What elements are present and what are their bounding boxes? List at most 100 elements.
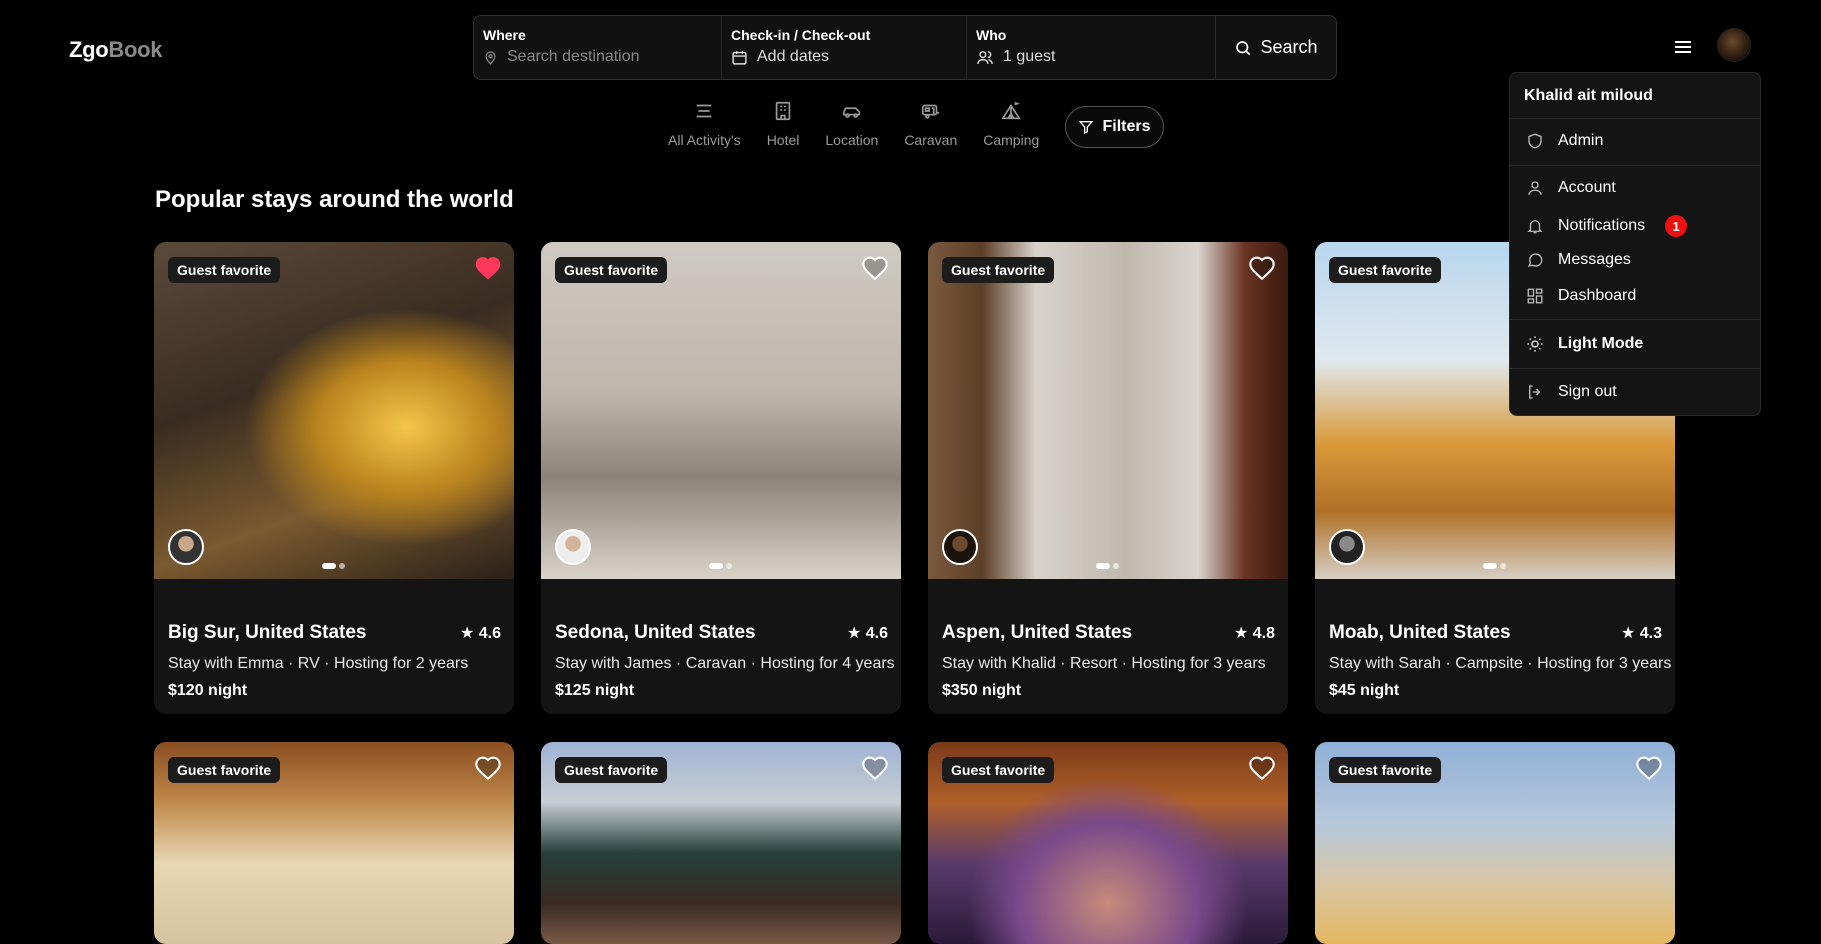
listing-subtitle: Stay with Emma · RV · Hosting for 2 year…: [168, 655, 469, 672]
menu-item-admin[interactable]: Admin: [1510, 132, 1760, 150]
guests-field[interactable]: Who 1 guest: [967, 16, 1216, 79]
listing-photo[interactable]: Guest favorite: [541, 242, 901, 579]
listing-rating: ★ 4.6: [459, 625, 501, 642]
category-camping[interactable]: Camping: [970, 100, 1052, 148]
listing-photo[interactable]: Guest favorite: [541, 742, 901, 944]
heart-icon[interactable]: [1635, 754, 1663, 780]
user-avatar[interactable]: [1717, 28, 1751, 62]
listing-rating: ★ 4.6: [846, 625, 888, 642]
guest-favorite-badge: Guest favorite: [942, 257, 1055, 283]
who-label: Who: [976, 27, 1007, 43]
list-icon: [697, 104, 712, 118]
heart-icon-filled[interactable]: [474, 254, 502, 280]
listing-photo[interactable]: Guest favorite: [1315, 742, 1675, 944]
users-icon: [977, 50, 993, 64]
heart-icon[interactable]: [1248, 754, 1276, 780]
logo-part-2: Book: [108, 37, 163, 62]
listing-photo[interactable]: Guest favorite: [154, 242, 514, 579]
guest-favorite-badge: Guest favorite: [1329, 257, 1442, 283]
listing-card[interactable]: Guest favorite Big Sur, United States ★ …: [154, 242, 514, 714]
guest-favorite-badge: Guest favorite: [168, 257, 281, 283]
listing-rating: ★ 4.3: [1620, 625, 1662, 642]
guest-favorite-badge: Guest favorite: [168, 757, 281, 783]
listing-subtitle: Stay with Sarah · Campsite · Hosting for…: [1329, 655, 1672, 672]
sun-icon: [1527, 336, 1543, 352]
menu-item-dashboard[interactable]: Dashboard: [1510, 287, 1760, 305]
image-carousel-dots[interactable]: [1483, 563, 1506, 569]
search-bar: Where Search destination Check-in / Chec…: [473, 15, 1337, 80]
filter-icon: [1079, 121, 1094, 135]
listing-card[interactable]: Guest favorite: [154, 742, 514, 944]
listing-card[interactable]: Guest favorite Aspen, United States ★ 4.…: [928, 242, 1288, 714]
where-label: Where: [483, 27, 526, 43]
heart-icon[interactable]: [474, 754, 502, 780]
category-hotel[interactable]: Hotel: [754, 100, 813, 148]
search-button[interactable]: Search: [1216, 16, 1336, 79]
hamburger-menu-icon[interactable]: [1674, 38, 1692, 56]
listing-photo[interactable]: Guest favorite: [928, 742, 1288, 944]
menu-item-account[interactable]: Account: [1510, 179, 1760, 197]
category-label: Caravan: [904, 132, 958, 148]
listing-title: Big Sur, United States: [168, 622, 367, 643]
menu-item-label: Messages: [1558, 251, 1631, 268]
menu-item-notifications[interactable]: Notifications 1: [1510, 215, 1760, 237]
user-dropdown-menu: Khalid ait miloud Admin Account Notifica…: [1509, 72, 1761, 416]
listing-card[interactable]: Guest favorite: [928, 742, 1288, 944]
building-icon: [775, 101, 791, 121]
sign-out-icon: [1529, 385, 1541, 399]
search-button-label: Search: [1260, 37, 1318, 57]
listing-price: $350 night: [942, 682, 1022, 699]
dates-field[interactable]: Check-in / Check-out Add dates: [722, 16, 967, 79]
category-label: Location: [825, 132, 879, 148]
menu-item-light-mode[interactable]: Light Mode: [1510, 335, 1760, 353]
brand-logo[interactable]: ZgoBook: [69, 37, 163, 63]
listing-title: Moab, United States: [1329, 622, 1511, 643]
listing-photo[interactable]: Guest favorite: [928, 242, 1288, 579]
category-caravan[interactable]: Caravan: [891, 100, 970, 148]
car-icon: [842, 107, 861, 118]
category-all-activities[interactable]: All Activity's: [655, 100, 754, 148]
listing-price: $120 night: [168, 682, 248, 699]
image-carousel-dots[interactable]: [322, 563, 345, 569]
calendar-icon: [732, 50, 747, 65]
listing-rating: ★ 4.8: [1233, 625, 1275, 642]
image-carousel-dots[interactable]: [709, 563, 732, 569]
host-avatar: [942, 529, 978, 565]
host-avatar: [555, 529, 591, 565]
listing-photo[interactable]: Guest favorite: [154, 742, 514, 944]
menu-item-label: Light Mode: [1558, 335, 1644, 352]
listing-card[interactable]: Guest favorite: [541, 742, 901, 944]
guests-value: 1 guest: [1003, 48, 1056, 65]
listing-card[interactable]: Guest favorite Sedona, United States ★ 4…: [541, 242, 901, 714]
guest-favorite-badge: Guest favorite: [555, 757, 668, 783]
where-input[interactable]: Search destination: [507, 48, 640, 66]
category-location[interactable]: Location: [812, 100, 891, 148]
menu-item-label: Sign out: [1558, 383, 1617, 400]
image-carousel-dots[interactable]: [1096, 563, 1119, 569]
menu-item-label: Admin: [1558, 132, 1604, 149]
where-field[interactable]: Where Search destination: [474, 16, 722, 79]
user-icon: [1528, 181, 1542, 195]
heart-icon[interactable]: [861, 754, 889, 780]
listing-card[interactable]: Guest favorite: [1315, 742, 1675, 944]
tent-icon: [1002, 101, 1021, 120]
category-label: Camping: [983, 132, 1040, 148]
filters-button[interactable]: Filters: [1065, 106, 1164, 148]
shield-icon: [1528, 133, 1542, 149]
heart-icon[interactable]: [1248, 254, 1276, 280]
listing-price: $125 night: [555, 682, 635, 699]
host-avatar: [1329, 529, 1365, 565]
dates-value: Add dates: [757, 48, 830, 65]
filters-label: Filters: [1102, 118, 1151, 135]
menu-item-label: Account: [1558, 179, 1616, 196]
menu-item-messages[interactable]: Messages: [1510, 251, 1760, 269]
notification-count-badge: 1: [1665, 215, 1688, 237]
location-pin-icon: [485, 50, 496, 65]
host-avatar: [168, 529, 204, 565]
listing-price: $45 night: [1329, 682, 1400, 699]
heart-icon[interactable]: [861, 254, 889, 280]
menu-item-label: Dashboard: [1558, 287, 1637, 304]
dropdown-user-name: Khalid ait miloud: [1510, 73, 1760, 119]
menu-item-sign-out[interactable]: Sign out: [1510, 383, 1760, 401]
bell-icon: [1527, 220, 1543, 234]
